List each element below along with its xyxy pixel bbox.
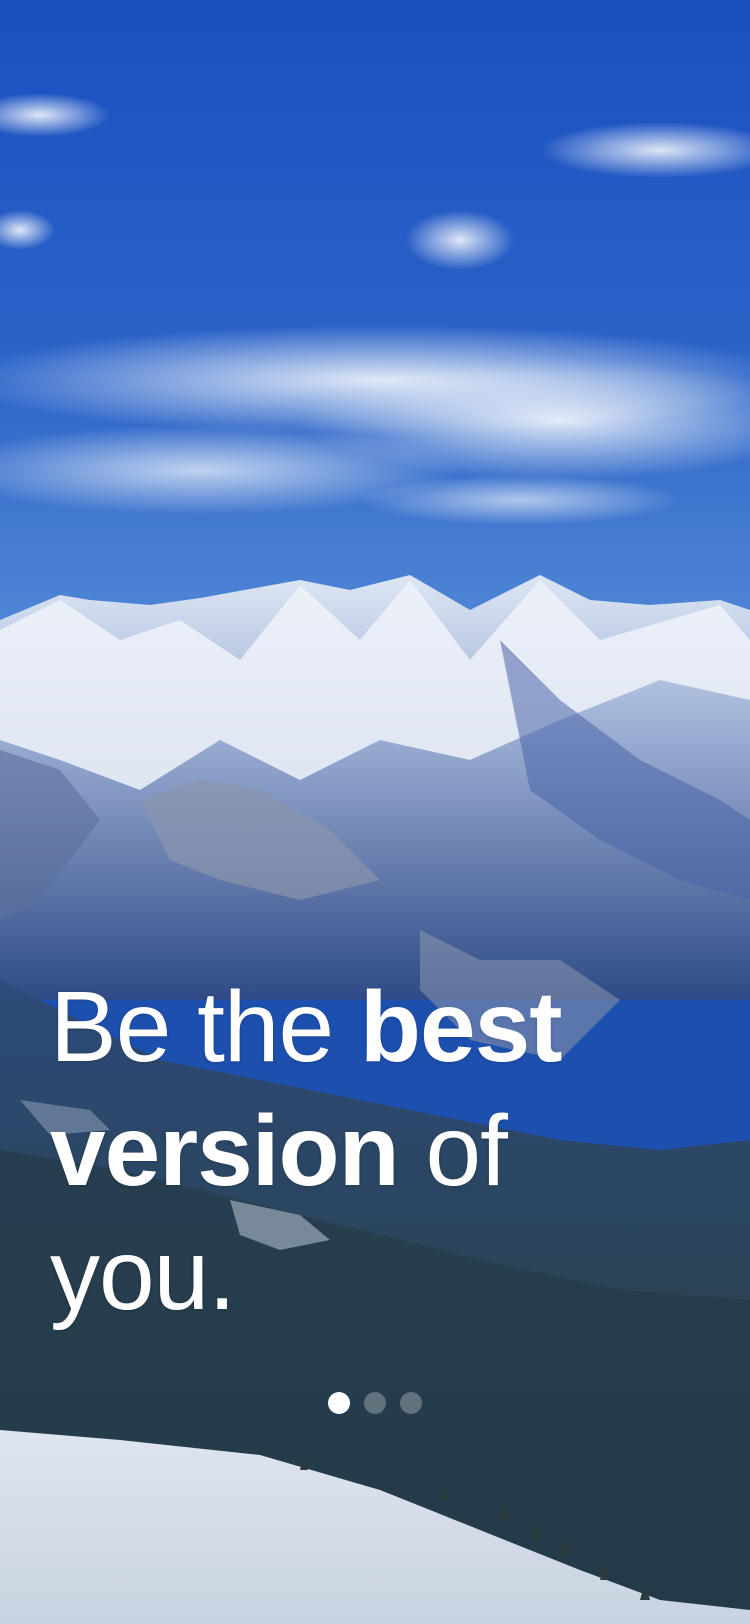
page-indicator: [0, 1392, 750, 1414]
page-indicator-dot-2[interactable]: [364, 1392, 386, 1414]
headline-text-be-the: Be the: [50, 971, 360, 1083]
headline-line-3: you.: [50, 1213, 710, 1337]
headline-text-you: you.: [50, 1219, 236, 1331]
mountain-background-image: [0, 0, 750, 1624]
onboarding-screen: Be the best version of you.: [0, 0, 750, 1624]
headline-text-of: of: [398, 1095, 508, 1207]
headline-text-version: version: [50, 1095, 400, 1207]
headline-line-1: Be the best: [50, 965, 710, 1089]
headline-line-2: version of: [50, 1089, 710, 1213]
page-indicator-dot-1[interactable]: [328, 1392, 350, 1414]
headline-text-best: best: [359, 971, 563, 1083]
onboarding-headline: Be the best version of you.: [50, 965, 710, 1337]
page-indicator-dot-3[interactable]: [400, 1392, 422, 1414]
